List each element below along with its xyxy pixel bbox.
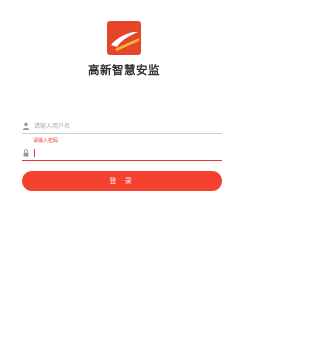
lock-icon xyxy=(23,149,29,157)
app-title: 高新智慧安监 xyxy=(88,63,160,77)
username-field xyxy=(22,118,222,134)
password-input[interactable] xyxy=(35,147,205,159)
username-input[interactable] xyxy=(34,120,214,132)
login-button[interactable]: 登 录 xyxy=(22,171,222,191)
password-field xyxy=(22,145,222,161)
logo-icon xyxy=(107,21,141,55)
password-underline xyxy=(22,160,222,161)
username-underline xyxy=(22,133,222,134)
user-icon xyxy=(22,122,30,130)
password-error-message: 请输入密码 xyxy=(33,138,59,144)
